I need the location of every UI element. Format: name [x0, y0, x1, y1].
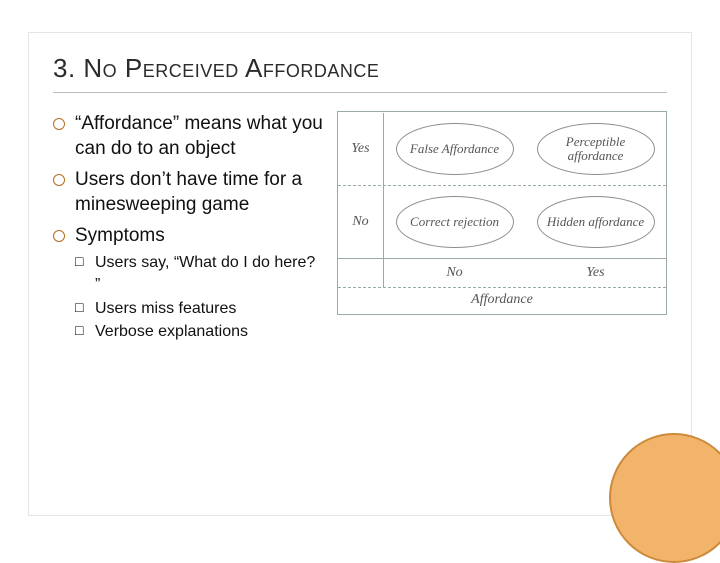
matrix-cell: Perceptible affordance — [525, 113, 666, 185]
column-footers: No Yes — [338, 258, 666, 287]
slide: 3. No Perceived Affordance “Affordance” … — [28, 32, 692, 516]
sub-bullet-list: Users say, “What do I do here? ” Users m… — [75, 252, 323, 342]
list-item: Verbose explanations — [75, 321, 323, 343]
list-item-label: Symptoms — [75, 225, 165, 246]
table-row: No Correct rejection Hidden affordance — [338, 186, 666, 258]
text-column: “Affordance” means what you can do to an… — [53, 111, 323, 349]
list-item: “Affordance” means what you can do to an… — [53, 111, 323, 161]
matrix-cell: Hidden affordance — [525, 186, 666, 258]
list-item: Users don’t have time for a minesweeping… — [53, 167, 323, 217]
oval-label: Correct rejection — [396, 196, 514, 248]
slide-title: 3. No Perceived Affordance — [53, 53, 667, 93]
affordance-matrix: Yes False Affordance Perceptible afforda… — [337, 111, 667, 315]
x-axis-caption: Affordance — [338, 287, 666, 314]
oval-label: False Affordance — [396, 123, 514, 175]
col-footer: No — [384, 259, 525, 287]
corner-circle-decoration — [609, 433, 720, 563]
spacer — [338, 259, 384, 287]
bullet-list: “Affordance” means what you can do to an… — [53, 111, 323, 343]
table-row: Yes False Affordance Perceptible afforda… — [338, 112, 666, 186]
list-item: Users miss features — [75, 298, 323, 320]
matrix-cell: False Affordance — [384, 113, 525, 185]
oval-label: Perceptible affordance — [537, 123, 655, 175]
list-item: Symptoms Users say, “What do I do here? … — [53, 223, 323, 342]
diagram-column: Yes False Affordance Perceptible afforda… — [337, 111, 667, 349]
row-header: No — [338, 186, 384, 258]
row-header: Yes — [338, 113, 384, 185]
matrix-cell: Correct rejection — [384, 186, 525, 258]
oval-label: Hidden affordance — [537, 196, 655, 248]
list-item: Users say, “What do I do here? ” — [75, 252, 323, 295]
col-footer: Yes — [525, 259, 666, 287]
slide-body: “Affordance” means what you can do to an… — [53, 111, 667, 349]
